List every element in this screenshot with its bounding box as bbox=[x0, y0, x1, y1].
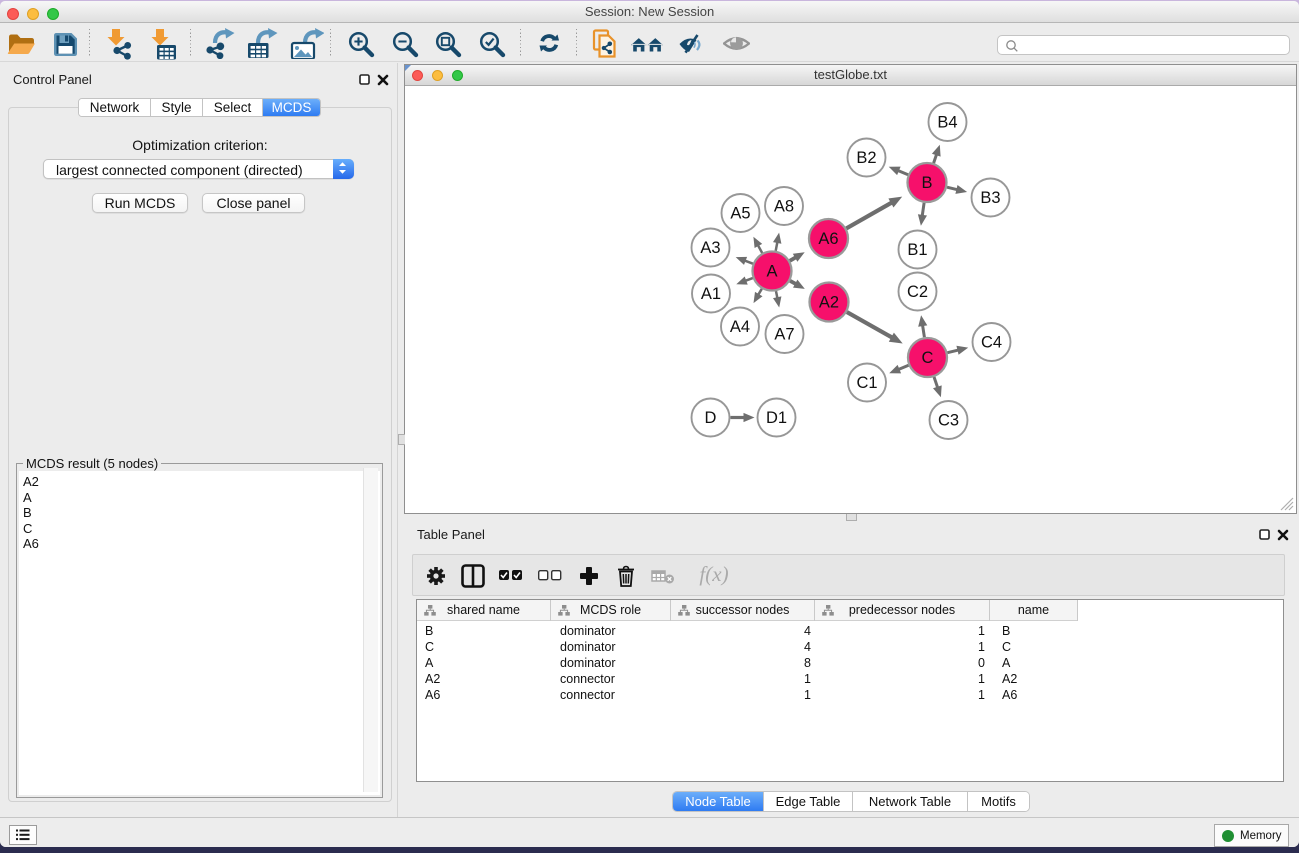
svg-text:C2: C2 bbox=[907, 283, 928, 301]
svg-text:B4: B4 bbox=[937, 114, 957, 132]
svg-text:B3: B3 bbox=[980, 189, 1000, 207]
svg-text:A3: A3 bbox=[700, 239, 720, 257]
svg-text:B1: B1 bbox=[907, 241, 927, 259]
svg-text:D: D bbox=[705, 409, 717, 427]
svg-text:B: B bbox=[921, 174, 932, 192]
svg-text:C3: C3 bbox=[938, 412, 959, 430]
svg-text:A8: A8 bbox=[774, 198, 794, 216]
svg-text:A7: A7 bbox=[774, 326, 794, 344]
svg-text:A5: A5 bbox=[730, 205, 750, 223]
svg-text:A6: A6 bbox=[818, 230, 838, 248]
svg-text:A: A bbox=[766, 263, 777, 281]
svg-text:A4: A4 bbox=[730, 318, 750, 336]
svg-text:A1: A1 bbox=[701, 285, 721, 303]
svg-text:C: C bbox=[922, 349, 934, 367]
svg-text:C1: C1 bbox=[856, 374, 877, 392]
svg-text:C4: C4 bbox=[981, 334, 1002, 352]
svg-text:A2: A2 bbox=[819, 294, 839, 312]
svg-text:B2: B2 bbox=[856, 149, 876, 167]
svg-text:D1: D1 bbox=[766, 409, 787, 427]
